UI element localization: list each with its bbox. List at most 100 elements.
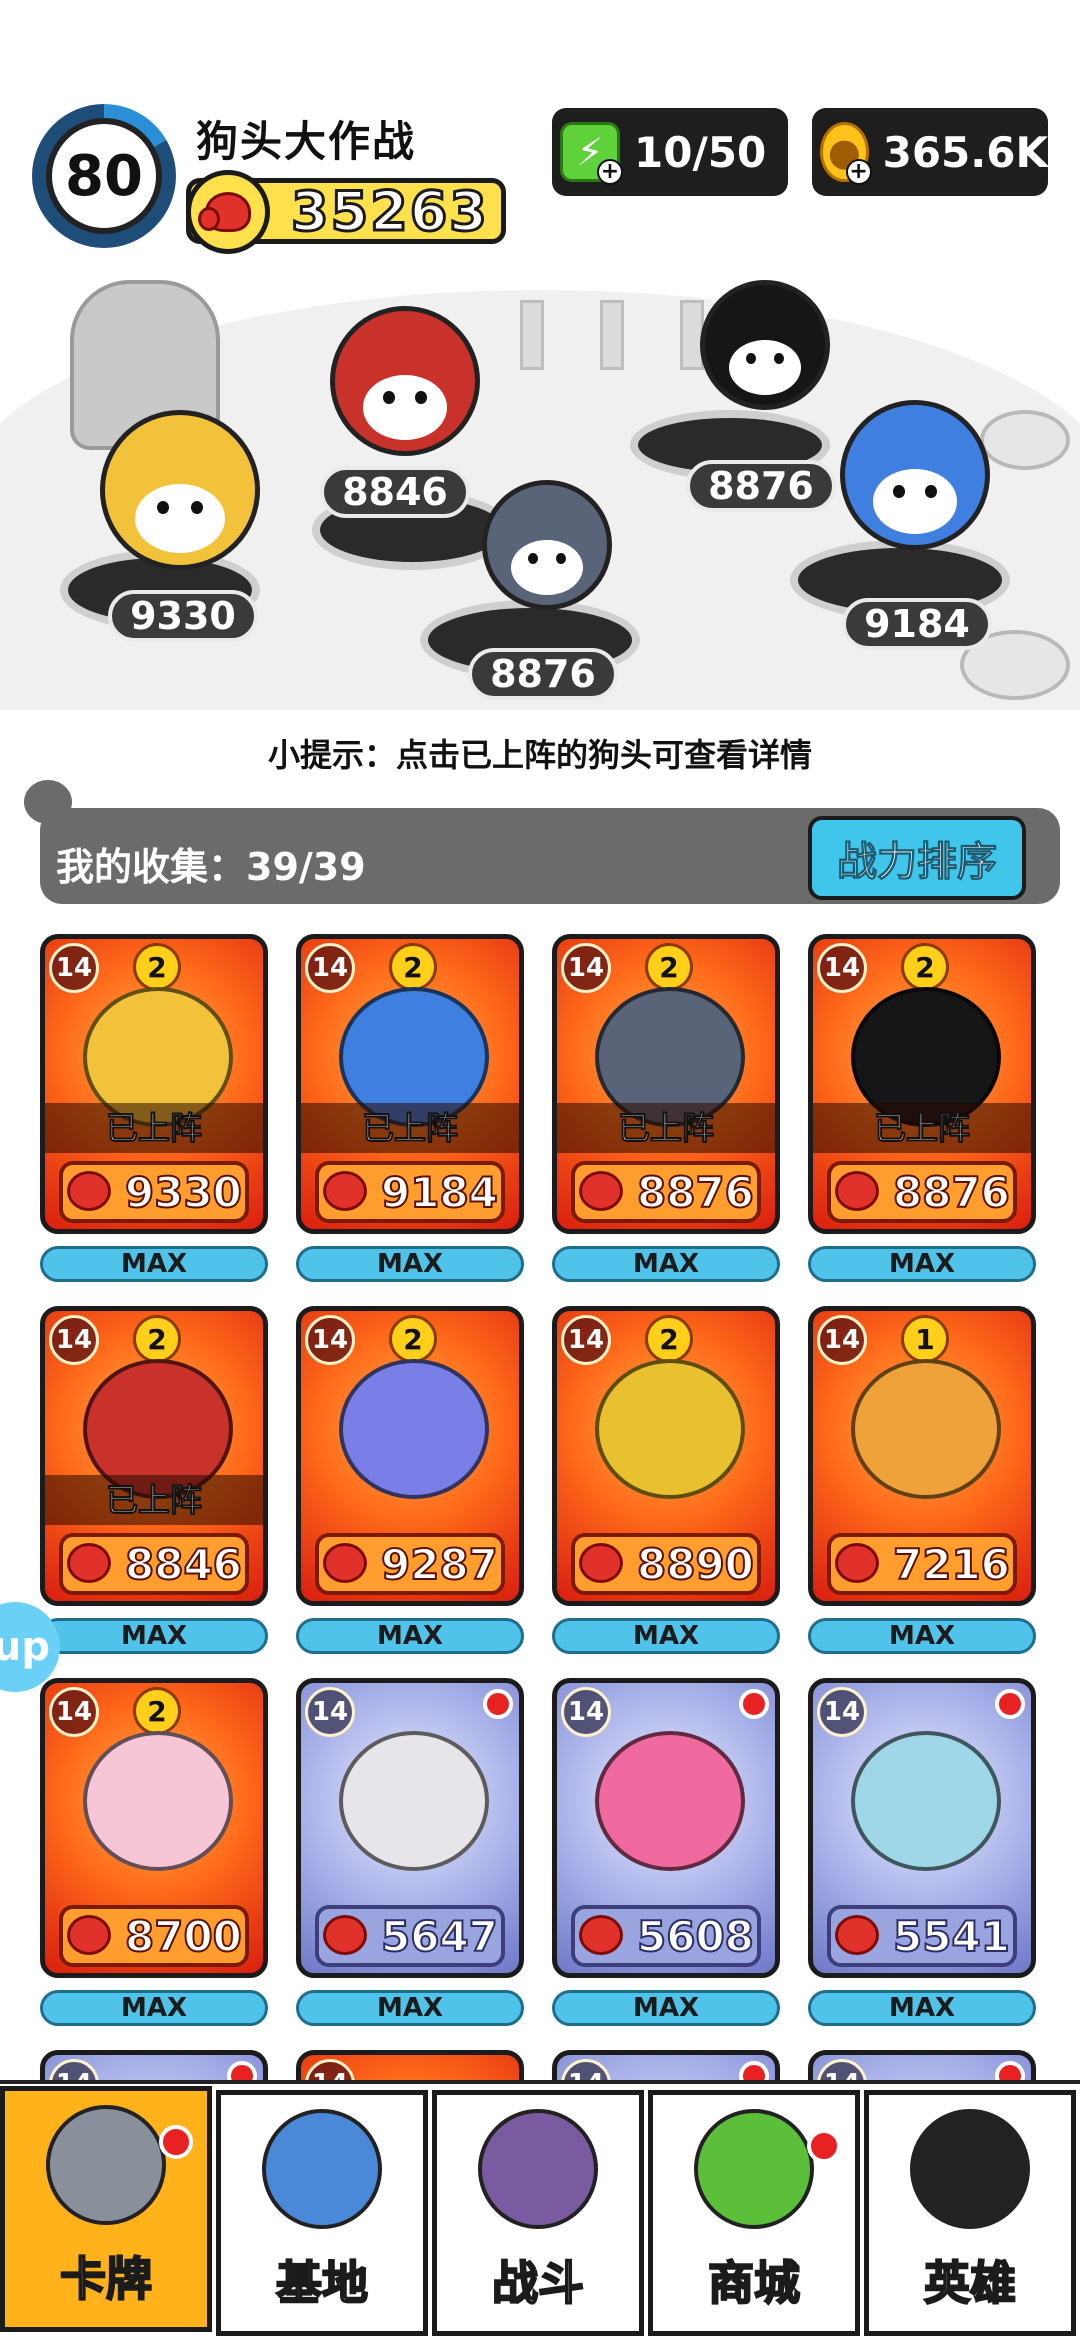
add-coin-icon[interactable]: + <box>845 159 872 185</box>
card-frame: 14 5541 <box>808 1678 1036 1978</box>
dog-portrait-icon <box>851 1731 1001 1871</box>
card-frame: 14 2 已上阵 9184 <box>296 934 524 1234</box>
hero-bomb-dog[interactable] <box>700 280 830 410</box>
card-level-badge: 14 <box>49 2059 99 2080</box>
nav-label: 基地 <box>275 2255 369 2311</box>
notification-dot-icon <box>227 2061 257 2080</box>
hero-golden-helmet-dog[interactable] <box>100 410 260 570</box>
card-star-badge: 2 <box>389 1315 437 1363</box>
boxing-glove-icon <box>323 1543 367 1583</box>
collection-card[interactable]: 14 1 7216 MAX <box>808 1306 1036 1666</box>
dog-portrait-icon <box>339 1731 489 1871</box>
card-frame: 14 <box>40 2050 268 2080</box>
collection-card[interactable]: 14 2 已上阵 8876 MAX <box>808 934 1036 1294</box>
battlefield: 9330 8846 8876 8876 9184 <box>0 250 1080 710</box>
boxing-glove-icon <box>67 1915 111 1955</box>
card-star-badge: 2 <box>645 1315 693 1363</box>
hero-husky-dog[interactable] <box>482 480 612 610</box>
collection-card[interactable]: 14 <box>40 2050 268 2080</box>
collection-card[interactable]: 14 2 已上阵 8846 MAX <box>40 1306 268 1666</box>
collection-card[interactable]: 14 2 已上阵 9330 MAX <box>40 934 268 1294</box>
max-level-bar: MAX <box>296 1990 524 2026</box>
energy-value: 10/50 <box>634 127 767 177</box>
deployed-label: 已上阵 <box>45 1103 263 1153</box>
card-level-badge: 14 <box>561 1315 611 1365</box>
card-frame: 14 2 已上阵 8876 <box>552 934 780 1234</box>
nav-tab-0[interactable]: 卡牌 <box>0 2086 212 2332</box>
card-frame: 14 2 已上阵 9330 <box>40 934 268 1234</box>
collection-card[interactable]: 14 2 8890 MAX <box>552 1306 780 1666</box>
notification-dot-icon <box>995 1689 1025 1719</box>
card-frame: 14 2 9287 <box>296 1306 524 1606</box>
collection-card[interactable]: 14 2 已上阵 9184 MAX <box>296 934 524 1294</box>
notification-dot-icon <box>739 1689 769 1719</box>
max-level-bar: MAX <box>40 1618 268 1654</box>
nav-label: 商城 <box>707 2255 801 2311</box>
collection-card[interactable]: 14 <box>552 2050 780 2080</box>
hero-soldier-dog[interactable] <box>330 306 480 456</box>
collection-card[interactable]: 14 2 已上阵 8876 MAX <box>552 934 780 1294</box>
deployed-label: 已上阵 <box>813 1103 1031 1153</box>
log-decoration <box>980 410 1070 470</box>
max-level-bar: MAX <box>552 1618 780 1654</box>
card-frame: 14 <box>808 2050 1036 2080</box>
max-level-bar: MAX <box>296 1618 524 1654</box>
collection-card[interactable]: 14 5647 MAX <box>296 1678 524 2038</box>
collection-card[interactable]: 14 <box>808 2050 1036 2080</box>
card-star-badge: 2 <box>645 943 693 991</box>
fence-post <box>600 300 624 370</box>
card-level-badge: 14 <box>561 943 611 993</box>
card-frame: 14 1 7216 <box>808 1306 1036 1606</box>
notification-dot-icon <box>483 1689 513 1719</box>
card-level-badge: 14 <box>561 1687 611 1737</box>
card-level-badge: 14 <box>817 1315 867 1365</box>
boxing-glove-icon <box>579 1171 623 1211</box>
coin-value: 365.6K <box>882 127 1048 177</box>
nav-tab-2[interactable]: 战斗 <box>432 2090 644 2336</box>
boxing-glove-icon <box>835 1171 879 1211</box>
hero-fire-ice-dog[interactable] <box>840 400 990 550</box>
deployed-label: 已上阵 <box>557 1103 775 1153</box>
nav-tab-4[interactable]: 英雄 <box>864 2090 1076 2336</box>
nav-tab-1[interactable]: 基地 <box>216 2090 428 2336</box>
player-level-ring[interactable]: 80 <box>32 104 176 248</box>
boxing-glove-icon <box>835 1543 879 1583</box>
card-frame: 14 <box>296 2050 524 2080</box>
card-level-badge: 14 <box>49 1687 99 1737</box>
hero-power-tag: 8846 <box>320 466 470 518</box>
add-energy-icon[interactable]: + <box>597 159 623 185</box>
collection-card[interactable]: 14 <box>296 2050 524 2080</box>
max-level-bar: MAX <box>808 1990 1036 2026</box>
card-level-badge: 14 <box>305 1687 355 1737</box>
max-level-bar: MAX <box>40 1246 268 1282</box>
hero-power-tag: 9330 <box>108 590 258 642</box>
card-level-badge: 14 <box>305 1315 355 1365</box>
sort-by-power-button[interactable]: 战力排序 <box>808 816 1026 900</box>
energy-counter[interactable]: ⚡ + 10/50 <box>552 108 788 196</box>
tip-text: 小提示：点击已上阵的狗头可查看详情 <box>267 736 812 774</box>
max-level-bar: MAX <box>808 1618 1036 1654</box>
collection-card[interactable]: 14 2 9287 MAX <box>296 1306 524 1666</box>
game-screen: 80 狗头大作战 35263 ⚡ + 10/50 ● + 365.6K 9330 8… <box>0 0 1080 2340</box>
nav-tab-3[interactable]: 商城 <box>648 2090 860 2336</box>
game-title: 狗头大作战 <box>196 117 417 166</box>
collection-card[interactable]: 14 5608 MAX <box>552 1678 780 2038</box>
card-frame: 14 2 8890 <box>552 1306 780 1606</box>
dog-portrait-icon <box>339 1359 489 1499</box>
card-level-badge: 14 <box>561 2059 611 2080</box>
paw-icon <box>478 2109 598 2229</box>
notification-dot-icon <box>807 2129 841 2163</box>
coin-counter[interactable]: ● + 365.6K <box>812 108 1048 196</box>
card-star-badge: 1 <box>901 1315 949 1363</box>
card-grid: 14 2 已上阵 9330 MAX 14 2 已上阵 9184 MAX 14 2 已上阵 8876 MAX 1… <box>40 934 1040 2080</box>
card-frame: 14 5647 <box>296 1678 524 1978</box>
collection-card[interactable]: 14 5541 MAX <box>808 1678 1036 2038</box>
collection-card[interactable]: 14 2 8700 MAX <box>40 1678 268 2038</box>
dog-portrait-icon <box>595 1359 745 1499</box>
boxing-glove-icon <box>835 1915 879 1955</box>
hero-power-tag: 9184 <box>842 598 992 650</box>
card-level-badge: 14 <box>49 943 99 993</box>
card-frame: 14 2 8700 <box>40 1678 268 1978</box>
cash-icon <box>694 2109 814 2229</box>
deployed-label: 已上阵 <box>45 1475 263 1525</box>
